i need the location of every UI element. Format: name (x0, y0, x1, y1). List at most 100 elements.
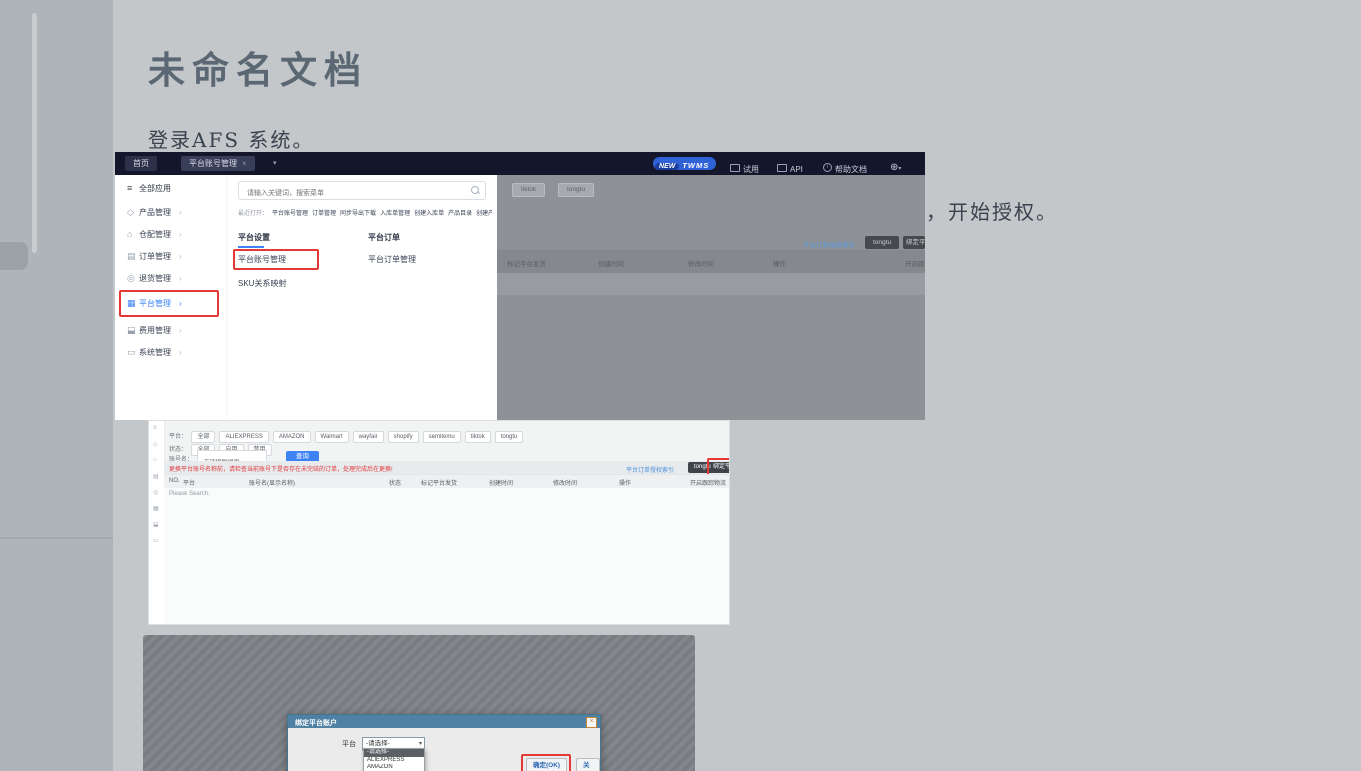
screenshot-platform-menu[interactable]: 首页 平台账号管理 × ▾ NEW TWMS 试用 API i 帮助文档 ⊕▾ ≡ 全部… (115, 152, 925, 420)
recent-link[interactable]: 订单管理 (312, 211, 336, 217)
recent-link[interactable]: 入库单管理 (380, 211, 410, 217)
column-header: 状态 (389, 481, 402, 487)
doc-paragraph-tail[interactable]: ，开始授权。 (926, 196, 1058, 225)
nav-language[interactable]: ⊕▾ (890, 157, 901, 175)
doc-paragraph[interactable]: 登录AFS 系统。 (148, 124, 314, 153)
platform-filter-chip[interactable]: Walmart (314, 431, 349, 443)
close-button[interactable]: 关闭 (576, 758, 600, 771)
table-empty-row (497, 273, 925, 295)
modal-header[interactable]: 绑定平台账户 × (288, 715, 600, 728)
platform-filter-chip[interactable]: AMAZON (272, 431, 311, 443)
app-sidebar: ≡ 全部应用 ◇ 产品管理 › ⌂ 仓配管理 › ▤ 订单管理 › ◎ 退货管理 › ▦ 平台管理 ›… (115, 175, 228, 420)
recent-link[interactable]: 创建产品 (476, 211, 492, 217)
column-header: 操作 (773, 261, 786, 268)
sidebar-item-orders[interactable]: ▤ 订单管理 › (127, 249, 182, 263)
sidebar-label: 退货管理 (139, 274, 171, 283)
dropdown-option[interactable]: AMAZON (364, 764, 424, 771)
recent-opened-row: 最近打开：平台账号管理订单管理同步导出下载入库单管理创建入库单产品目录创建产品 (238, 208, 492, 217)
warehouse-icon: ⌂ (127, 229, 133, 239)
select-value: -请选择- (366, 740, 390, 747)
trial-label: 试用 (743, 165, 759, 174)
tab-close-icon[interactable]: × (242, 159, 247, 168)
platform-filter-chip[interactable]: tongtu (494, 431, 524, 443)
sidebar-item-warehouse[interactable]: ⌂ 仓配管理 › (127, 227, 182, 241)
expense-icon[interactable]: ⬓ (153, 521, 159, 528)
chevron-right-icon: › (179, 326, 182, 335)
sidebar-item-expenses[interactable]: ⬓ 费用管理 › (127, 323, 182, 337)
tab-current-label: 平台账号管理 (189, 159, 237, 168)
tab-home[interactable]: 首页 (125, 156, 157, 171)
platform-chip[interactable]: tiktok (512, 183, 546, 197)
sidebar-item-products[interactable]: ◇ 产品管理 › (127, 205, 182, 219)
column-header: 平台 (183, 481, 196, 487)
column-header: 开启跟踪物流 (905, 261, 925, 268)
dropdown-option[interactable]: -请选择- (364, 749, 424, 757)
column-header: 操作 (619, 481, 632, 487)
chevron-right-icon: › (179, 274, 182, 283)
platform-label: 平台 (342, 741, 356, 748)
menu-icon[interactable]: ≡ (153, 425, 157, 431)
recent-link[interactable]: 平台账号管理 (272, 211, 308, 217)
trial-icon (730, 163, 740, 172)
auth-index-link[interactable]: 平台订单授权索引 (803, 239, 855, 249)
dropdown-option[interactable]: ALIEXPRESS (364, 757, 424, 765)
rail-divider (0, 537, 113, 539)
sidebar-item-system[interactable]: ▭ 系统管理 › (127, 345, 182, 359)
recent-label: 最近打开： (238, 211, 269, 217)
sidebar-label: 仓配管理 (139, 230, 171, 239)
auth-index-link[interactable]: 平台订单授权索引 (626, 465, 674, 474)
warehouse-icon[interactable]: ⌂ (153, 457, 157, 463)
system-icon[interactable]: ▭ (153, 537, 159, 544)
annotation-box-account-mgmt (233, 249, 319, 270)
column-header: 开启跟踪物流 (689, 481, 726, 487)
menu-link-sku-mapping[interactable]: SKU关系映射 (238, 278, 286, 289)
column-header: NO. (169, 478, 180, 484)
sidebar-label: 系统管理 (139, 348, 171, 357)
product-icon[interactable]: ◇ (153, 441, 158, 448)
platform-filter-chip[interactable]: wayfair (352, 431, 384, 443)
screenshot-accounts-page[interactable]: ≡ ◇ ⌂ ▤ ◎ ▦ ⬓ ▭ 平台： 全部 ALIEXPRESS AMAZON Wa… (148, 420, 730, 625)
tongtu-button[interactable]: tongtu (865, 236, 900, 249)
returns-icon: ◎ (127, 273, 135, 283)
tab-platform-accounts[interactable]: 平台账号管理 × (181, 156, 255, 171)
column-header: 标记平台发货 (507, 261, 546, 268)
order-icon[interactable]: ▤ (153, 473, 159, 480)
platform-icon[interactable]: ▦ (153, 505, 159, 512)
platform-chip[interactable]: tongtu (558, 183, 595, 197)
platform-filter-chip[interactable]: tiktok (464, 431, 491, 443)
platform-filter-chip[interactable]: shopify (387, 431, 419, 443)
group-platform-settings[interactable]: 平台设置 (238, 232, 270, 243)
doc-title[interactable]: 未命名文档 (148, 40, 368, 94)
rail-scrollbar-thumb[interactable] (32, 13, 37, 253)
platform-filter-chip[interactable]: semitemu (422, 431, 461, 443)
returns-icon[interactable]: ◎ (153, 489, 158, 496)
recent-link[interactable]: 同步导出下载 (340, 211, 376, 217)
menu-search-box[interactable] (238, 181, 486, 200)
system-icon: ▭ (127, 347, 136, 357)
recent-link[interactable]: 创建入库单 (414, 211, 444, 217)
recent-link[interactable]: 产品目录 (448, 211, 472, 217)
column-header: 修改时间 (688, 261, 714, 268)
twms-badge[interactable]: NEW TWMS (653, 157, 717, 170)
sidebar-all-apps[interactable]: ≡ 全部应用 (127, 181, 171, 195)
order-icon: ▤ (127, 251, 136, 261)
megamenu-panel: 最近打开：平台账号管理订单管理同步导出下载入库单管理创建入库单产品目录创建产品 … (228, 175, 497, 420)
sidebar-label: 费用管理 (139, 326, 171, 335)
left-rail (0, 0, 113, 771)
menu-link-platform-order-mgmt[interactable]: 平台订单管理 (368, 254, 416, 265)
screenshot-bind-modal[interactable]: 绑定平台账户 × 平台 -请选择- ▾ -请选择- ALIEXPRESS AMA… (143, 635, 695, 771)
rail-active-tab[interactable] (0, 242, 28, 270)
chevron-right-icon: › (179, 208, 182, 217)
chevron-down-icon: ▾ (898, 166, 902, 172)
close-icon[interactable]: × (586, 717, 597, 728)
menu-icon: ≡ (127, 183, 133, 193)
sidebar-item-returns[interactable]: ◎ 退货管理 › (127, 271, 182, 285)
collapsed-sidebar: ≡ ◇ ⌂ ▤ ◎ ▦ ⬓ ▭ (149, 421, 165, 624)
menu-search-input[interactable] (245, 189, 449, 198)
tabs-dropdown-icon[interactable]: ▾ (273, 159, 277, 167)
active-group-underline (238, 246, 264, 248)
new-badge: NEW (655, 163, 680, 170)
group-platform-orders[interactable]: 平台订单 (368, 232, 400, 243)
bind-account-button[interactable]: 绑定平台账户 (903, 236, 925, 249)
modal-title: 绑定平台账户 (295, 720, 337, 727)
